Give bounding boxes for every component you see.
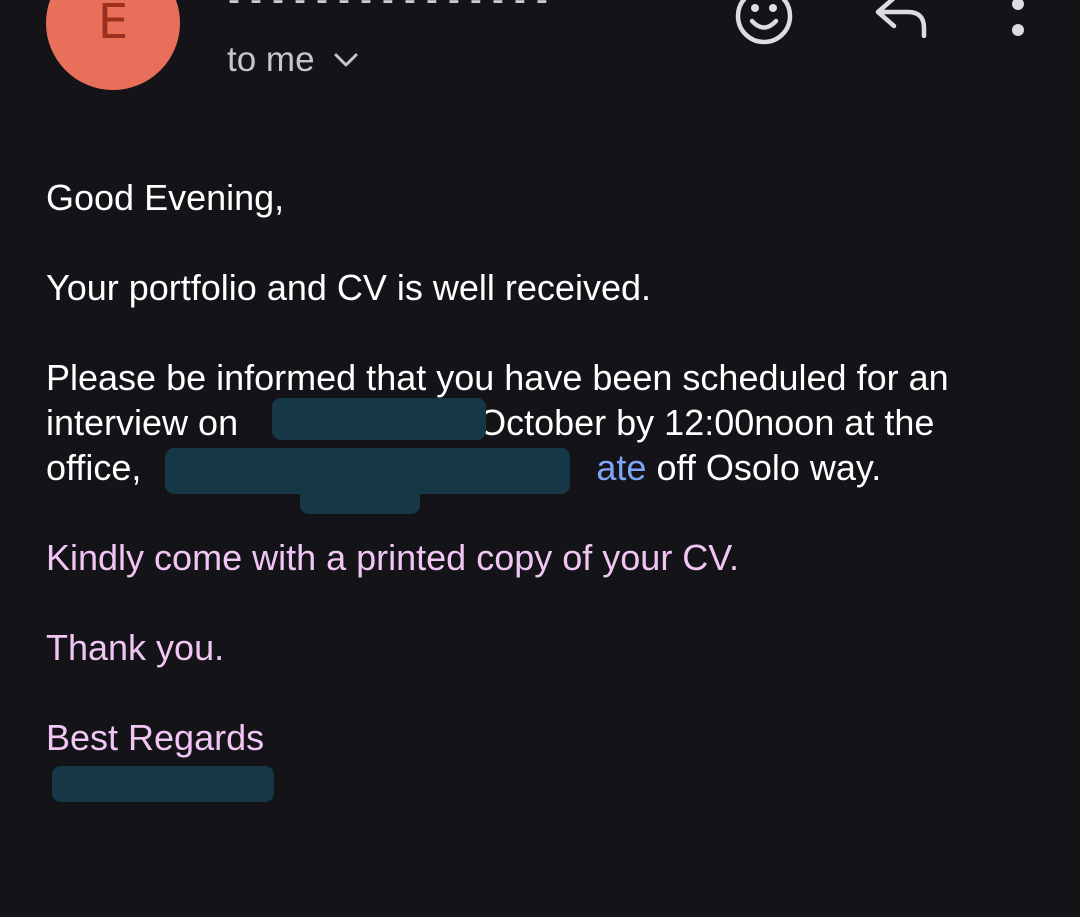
sender-info: - - - - - - - - - - - - - - - bbox=[228, 0, 698, 20]
redaction-signature bbox=[52, 766, 274, 802]
address-link[interactable]: ate bbox=[596, 447, 646, 488]
office-suffix: off Osolo way. bbox=[656, 447, 882, 488]
sender-avatar[interactable]: E bbox=[46, 0, 180, 90]
greeting: Good Evening, bbox=[46, 177, 285, 218]
interview-prefix: interview on bbox=[46, 402, 239, 443]
body-line-interview: interview on October by 12:00noon at the bbox=[46, 400, 934, 445]
recipient-label: to me bbox=[227, 40, 315, 79]
signoff: Best Regards bbox=[46, 717, 265, 758]
body-line-received: Your portfolio and CV is well received. bbox=[46, 267, 651, 308]
body-line-scheduled: Please be informed that you have been sc… bbox=[46, 357, 949, 398]
body-line-thanks: Thank you. bbox=[46, 627, 225, 668]
recipient-toggle[interactable]: to me bbox=[227, 38, 359, 82]
chevron-down-icon bbox=[333, 52, 359, 68]
reply-icon[interactable] bbox=[872, 0, 930, 39]
office-prefix: office, bbox=[46, 447, 142, 488]
more-vert-icon[interactable] bbox=[1004, 0, 1032, 40]
redaction-address-tail bbox=[300, 486, 420, 514]
avatar-letter: E bbox=[97, 0, 129, 50]
interview-suffix: October by 12:00noon at the bbox=[478, 402, 935, 443]
body-line-kindly: Kindly come with a printed copy of your … bbox=[46, 537, 740, 578]
redaction-date bbox=[272, 398, 486, 440]
email-screen: E - - - - - - - - - - - - - - - to me bbox=[0, 0, 1080, 917]
emoji-reaction-icon[interactable] bbox=[734, 0, 794, 46]
